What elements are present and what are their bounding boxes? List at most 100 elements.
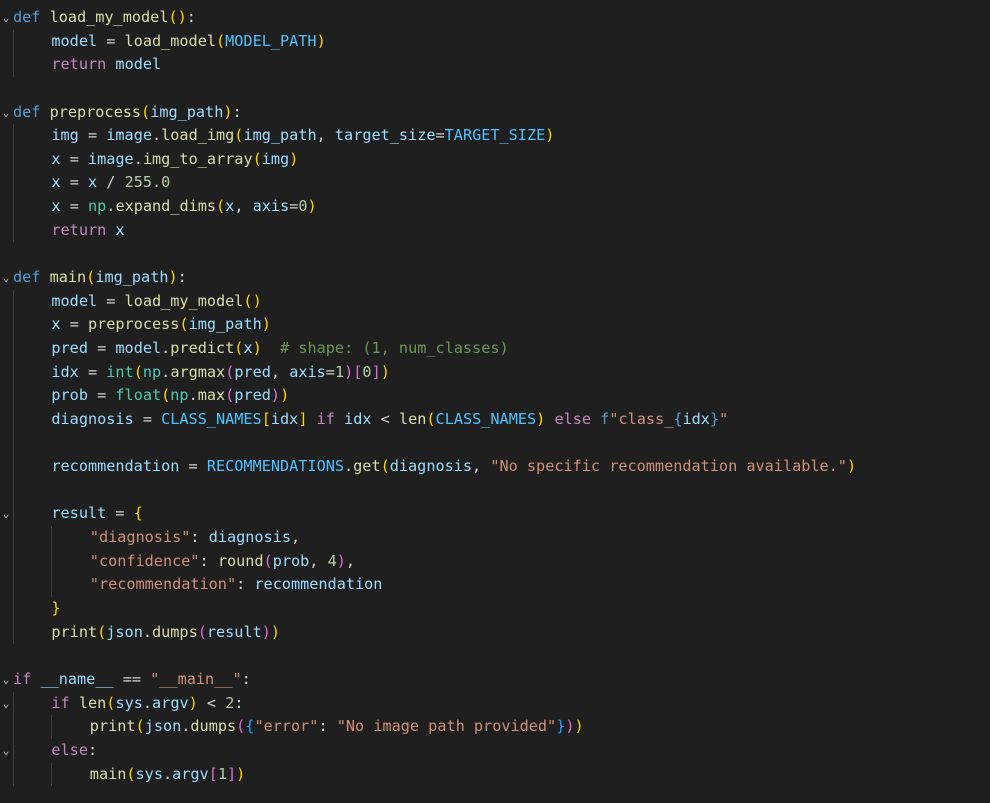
code-token: ] bbox=[227, 764, 237, 783]
code-token: argv bbox=[152, 693, 189, 712]
code-token: json bbox=[144, 717, 182, 736]
code-line[interactable]: x = preprocess(img_path) bbox=[0, 313, 990, 337]
code-token: () bbox=[168, 8, 187, 26]
code-token: : bbox=[234, 693, 244, 712]
code-token: = bbox=[60, 149, 88, 168]
code-token: ( bbox=[179, 315, 189, 334]
chevron-down-icon[interactable]: ⌄ bbox=[1, 101, 11, 125]
code-token: == bbox=[113, 669, 151, 688]
code-line[interactable] bbox=[0, 242, 990, 266]
code-line[interactable]: pred = model.predict(x) # shape: (1, num… bbox=[0, 336, 990, 361]
code-line[interactable]: x = np.expand_dims(x, axis=0) bbox=[0, 195, 990, 219]
code-line[interactable]: "diagnosis": diagnosis, bbox=[0, 526, 990, 550]
code-line[interactable]: ⌄ def preprocess(img_path): bbox=[0, 101, 990, 125]
code-token: [ bbox=[208, 764, 218, 783]
code-token: : bbox=[190, 528, 209, 547]
code-text: diagnosis = CLASS_NAMES[idx] if idx < le… bbox=[51, 408, 728, 432]
code-token: : bbox=[186, 8, 196, 26]
code-line[interactable]: ⌄ if len(sys.argv) < 2: bbox=[0, 691, 990, 716]
code-text: "confidence": round(prob, 4), bbox=[90, 550, 355, 574]
code-token: , bbox=[345, 551, 356, 570]
code-token: ) bbox=[280, 386, 290, 405]
code-text: x = np.expand_dims(x, axis=0) bbox=[51, 195, 316, 219]
code-token: max bbox=[197, 386, 226, 405]
chevron-down-icon[interactable]: ⌄ bbox=[1, 668, 11, 692]
code-line[interactable]: "confidence": round(prob, 4), bbox=[0, 549, 990, 574]
code-token: , bbox=[309, 551, 328, 570]
code-line[interactable]: print(json.dumps({"error": "No image pat… bbox=[0, 715, 990, 739]
code-token: ) bbox=[261, 315, 271, 334]
code-token: . bbox=[142, 693, 153, 712]
code-line[interactable]: return x bbox=[0, 218, 990, 243]
code-line[interactable]: img = image.load_img(img_path, target_si… bbox=[0, 124, 990, 148]
code-line[interactable]: recommendation = RECOMMENDATIONS.get(dia… bbox=[0, 455, 990, 479]
code-token: ) bbox=[168, 268, 178, 287]
code-text: return x bbox=[51, 219, 124, 243]
chevron-down-icon[interactable]: ⌄ bbox=[1, 692, 11, 716]
chevron-down-icon[interactable]: ⌄ bbox=[1, 266, 11, 290]
code-token: [ bbox=[261, 409, 271, 428]
code-token: = bbox=[60, 173, 88, 192]
code-line[interactable]: ⌄ def load_my_model(): bbox=[0, 6, 990, 30]
code-token: = bbox=[179, 457, 207, 476]
code-token: . bbox=[151, 126, 162, 145]
code-line[interactable]: } bbox=[0, 597, 990, 621]
code-line[interactable]: x = image.img_to_array(img) bbox=[0, 147, 990, 172]
code-line[interactable]: ⌄ else: bbox=[0, 738, 990, 763]
code-line[interactable]: "recommendation": recommendation bbox=[0, 573, 990, 598]
code-token: len bbox=[78, 693, 107, 712]
code-line[interactable]: print(json.dumps(result)) bbox=[0, 620, 990, 645]
code-token: def bbox=[13, 8, 41, 26]
code-line[interactable]: prob = float(np.max(pred)) bbox=[0, 384, 990, 408]
code-token: = bbox=[78, 362, 107, 381]
code-token: ( bbox=[97, 622, 107, 641]
code-line[interactable] bbox=[0, 431, 990, 456]
code-line[interactable] bbox=[0, 478, 990, 503]
code-line[interactable]: ⌄ result = { bbox=[0, 502, 990, 527]
code-line[interactable]: return model bbox=[0, 53, 990, 77]
code-token: load_my_model bbox=[49, 8, 169, 26]
code-token: 0 bbox=[298, 197, 308, 216]
code-area[interactable]: ⌄ def load_my_model(): model = load_model(… bbox=[0, 6, 990, 787]
code-line[interactable] bbox=[0, 644, 990, 668]
code-token: round bbox=[217, 551, 264, 570]
indent-guide bbox=[13, 336, 14, 361]
code-token: } bbox=[51, 599, 61, 618]
code-line[interactable]: model = load_model(MODEL_PATH) bbox=[0, 29, 990, 54]
code-token: pred bbox=[234, 386, 271, 405]
code-text: print(json.dumps(result)) bbox=[51, 621, 280, 645]
code-token: if bbox=[316, 409, 335, 428]
code-line[interactable]: ⌄ def main(img_path): bbox=[0, 266, 990, 290]
chevron-down-icon[interactable]: ⌄ bbox=[1, 502, 11, 526]
code-token: print bbox=[51, 622, 98, 641]
code-token: , bbox=[270, 362, 290, 381]
code-line[interactable]: ⌄ if __name__ == "__main__": bbox=[0, 668, 990, 692]
code-line[interactable]: main(sys.argv[1]) bbox=[0, 762, 990, 787]
code-token: argv bbox=[172, 764, 209, 783]
indent-guide bbox=[13, 502, 14, 527]
code-editor[interactable]: ⌄ def load_my_model(): model = load_model(… bbox=[0, 0, 990, 803]
code-line[interactable] bbox=[0, 77, 990, 101]
code-token: recommendation bbox=[51, 457, 180, 476]
code-text: model = load_model(MODEL_PATH) bbox=[51, 30, 325, 54]
indent-guide bbox=[13, 171, 14, 196]
code-token: print bbox=[89, 717, 136, 736]
code-token: ) bbox=[316, 31, 326, 50]
chevron-down-icon[interactable]: ⌄ bbox=[1, 739, 11, 763]
code-line[interactable]: diagnosis = CLASS_NAMES[idx] if idx < le… bbox=[0, 407, 990, 432]
code-token: img_path bbox=[150, 102, 224, 121]
code-token: ) bbox=[188, 693, 198, 712]
code-token: img_path bbox=[95, 268, 169, 287]
code-line[interactable]: idx = int(np.argmax(pred, axis=1)[0]) bbox=[0, 360, 990, 385]
chevron-down-icon[interactable]: ⌄ bbox=[1, 6, 11, 30]
code-token: = bbox=[133, 409, 162, 428]
code-line[interactable]: model = load_my_model() bbox=[0, 289, 990, 314]
code-token: ) bbox=[252, 338, 262, 357]
code-token: : bbox=[236, 575, 255, 594]
code-token: " bbox=[719, 409, 729, 428]
code-token: image bbox=[106, 126, 152, 145]
code-line[interactable]: x = x / 255.0 bbox=[0, 171, 990, 196]
indent-guide bbox=[13, 124, 14, 148]
